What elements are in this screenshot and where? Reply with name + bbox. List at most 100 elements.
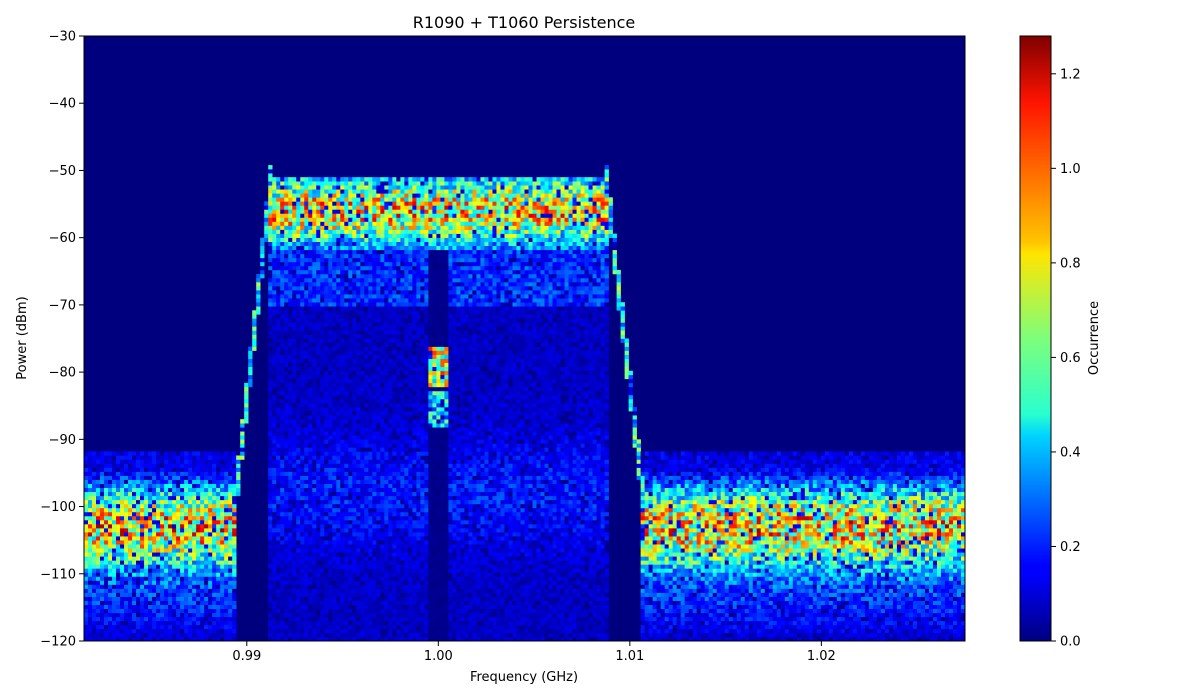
heatmap-cell xyxy=(316,471,321,476)
heatmap-cell xyxy=(332,443,337,448)
heatmap-cell xyxy=(368,576,373,581)
heatmap-cell xyxy=(352,511,357,517)
heatmap-cell xyxy=(148,487,153,493)
heatmap-cell xyxy=(268,314,273,319)
heatmap-cell xyxy=(316,273,321,279)
heatmap-cell xyxy=(296,257,301,263)
heatmap-cell xyxy=(336,390,341,396)
heatmap-cell xyxy=(312,576,317,581)
heatmap-cell xyxy=(112,560,117,565)
heatmap-cell xyxy=(196,560,201,565)
heatmap-cell xyxy=(332,261,337,267)
heatmap-cell xyxy=(372,499,377,505)
heatmap-cell xyxy=(272,616,277,622)
heatmap-cell xyxy=(328,403,333,408)
heatmap-cell xyxy=(204,540,209,545)
heatmap-cell xyxy=(288,503,293,509)
heatmap-cell xyxy=(312,189,317,194)
heatmap-cell xyxy=(124,596,129,601)
heatmap-cell xyxy=(360,374,365,380)
heatmap-cell xyxy=(372,564,377,569)
heatmap-cell xyxy=(212,463,217,468)
heatmap-cell xyxy=(344,261,349,267)
heatmap-cell xyxy=(284,290,289,295)
heatmap-cell xyxy=(304,374,309,380)
heatmap-cell xyxy=(304,548,309,553)
heatmap-cell xyxy=(312,197,317,202)
heatmap-cell xyxy=(308,568,313,573)
heatmap-cell xyxy=(352,213,357,218)
heatmap-cell xyxy=(324,532,329,537)
heatmap-cell xyxy=(288,330,293,335)
heatmap-cell xyxy=(340,423,345,428)
heatmap-cell xyxy=(308,459,313,464)
heatmap-cell xyxy=(176,520,181,525)
heatmap-cell xyxy=(208,596,213,601)
heatmap-cell xyxy=(172,628,177,634)
heatmap-cell xyxy=(360,261,365,267)
heatmap-cell xyxy=(108,528,113,533)
heatmap-cell xyxy=(172,576,177,581)
heatmap-cell xyxy=(276,572,281,577)
heatmap-cell xyxy=(284,548,289,553)
heatmap-cell xyxy=(128,580,133,585)
heatmap-cell xyxy=(308,632,313,638)
heatmap-cell xyxy=(268,612,273,618)
heatmap-cell xyxy=(176,483,181,489)
heatmap-cell xyxy=(116,511,121,517)
heatmap-cell xyxy=(320,499,325,505)
heatmap-cell xyxy=(360,302,365,307)
heatmap-cell xyxy=(276,540,281,545)
heatmap-cell xyxy=(332,399,337,404)
heatmap-cell xyxy=(308,399,313,404)
heatmap-cell xyxy=(208,552,213,557)
heatmap-cell xyxy=(252,346,257,351)
heatmap-cell xyxy=(156,491,161,497)
heatmap-cell xyxy=(368,507,373,513)
heatmap-cell xyxy=(272,439,277,444)
heatmap-cell xyxy=(276,181,281,186)
heatmap-cell xyxy=(376,560,381,565)
heatmap-cell xyxy=(304,261,309,267)
heatmap-cell xyxy=(308,265,313,271)
heatmap-cell xyxy=(232,576,237,581)
heatmap-cell xyxy=(100,524,105,529)
heatmap-cell xyxy=(148,532,153,537)
heatmap-cell xyxy=(292,209,297,214)
heatmap-cell xyxy=(288,471,293,476)
heatmap-cell xyxy=(124,503,129,509)
heatmap-cell xyxy=(292,386,297,392)
heatmap-cell xyxy=(344,394,349,400)
heatmap-cell xyxy=(292,483,297,489)
heatmap-cell xyxy=(316,217,321,222)
heatmap-cell xyxy=(344,282,349,287)
heatmap-cell xyxy=(320,463,325,468)
heatmap-cell xyxy=(340,261,345,267)
heatmap-cell xyxy=(224,544,229,549)
heatmap-cell xyxy=(116,584,121,589)
heatmap-cell xyxy=(144,471,149,476)
heatmap-cell xyxy=(288,511,293,517)
heatmap-cell xyxy=(332,503,337,509)
heatmap-cell xyxy=(272,330,277,335)
heatmap-cell xyxy=(304,503,309,509)
heatmap-cell xyxy=(368,403,373,408)
heatmap-cell xyxy=(372,423,377,428)
heatmap-cell xyxy=(352,532,357,537)
heatmap-cell xyxy=(312,330,317,335)
heatmap-cell xyxy=(328,205,333,210)
heatmap-cell xyxy=(328,378,333,384)
heatmap-cell xyxy=(320,588,325,593)
heatmap-cell xyxy=(324,257,329,263)
heatmap-cell xyxy=(340,515,345,521)
heatmap-cell xyxy=(284,221,289,226)
heatmap-cell xyxy=(112,580,117,585)
heatmap-cell xyxy=(280,257,285,263)
heatmap-cell xyxy=(224,572,229,577)
heatmap-cell xyxy=(232,548,237,553)
heatmap-cell xyxy=(204,536,209,541)
heatmap-cell xyxy=(316,306,321,311)
heatmap-cell xyxy=(100,463,105,468)
heatmap-cell xyxy=(344,564,349,569)
heatmap-cell xyxy=(328,503,333,509)
